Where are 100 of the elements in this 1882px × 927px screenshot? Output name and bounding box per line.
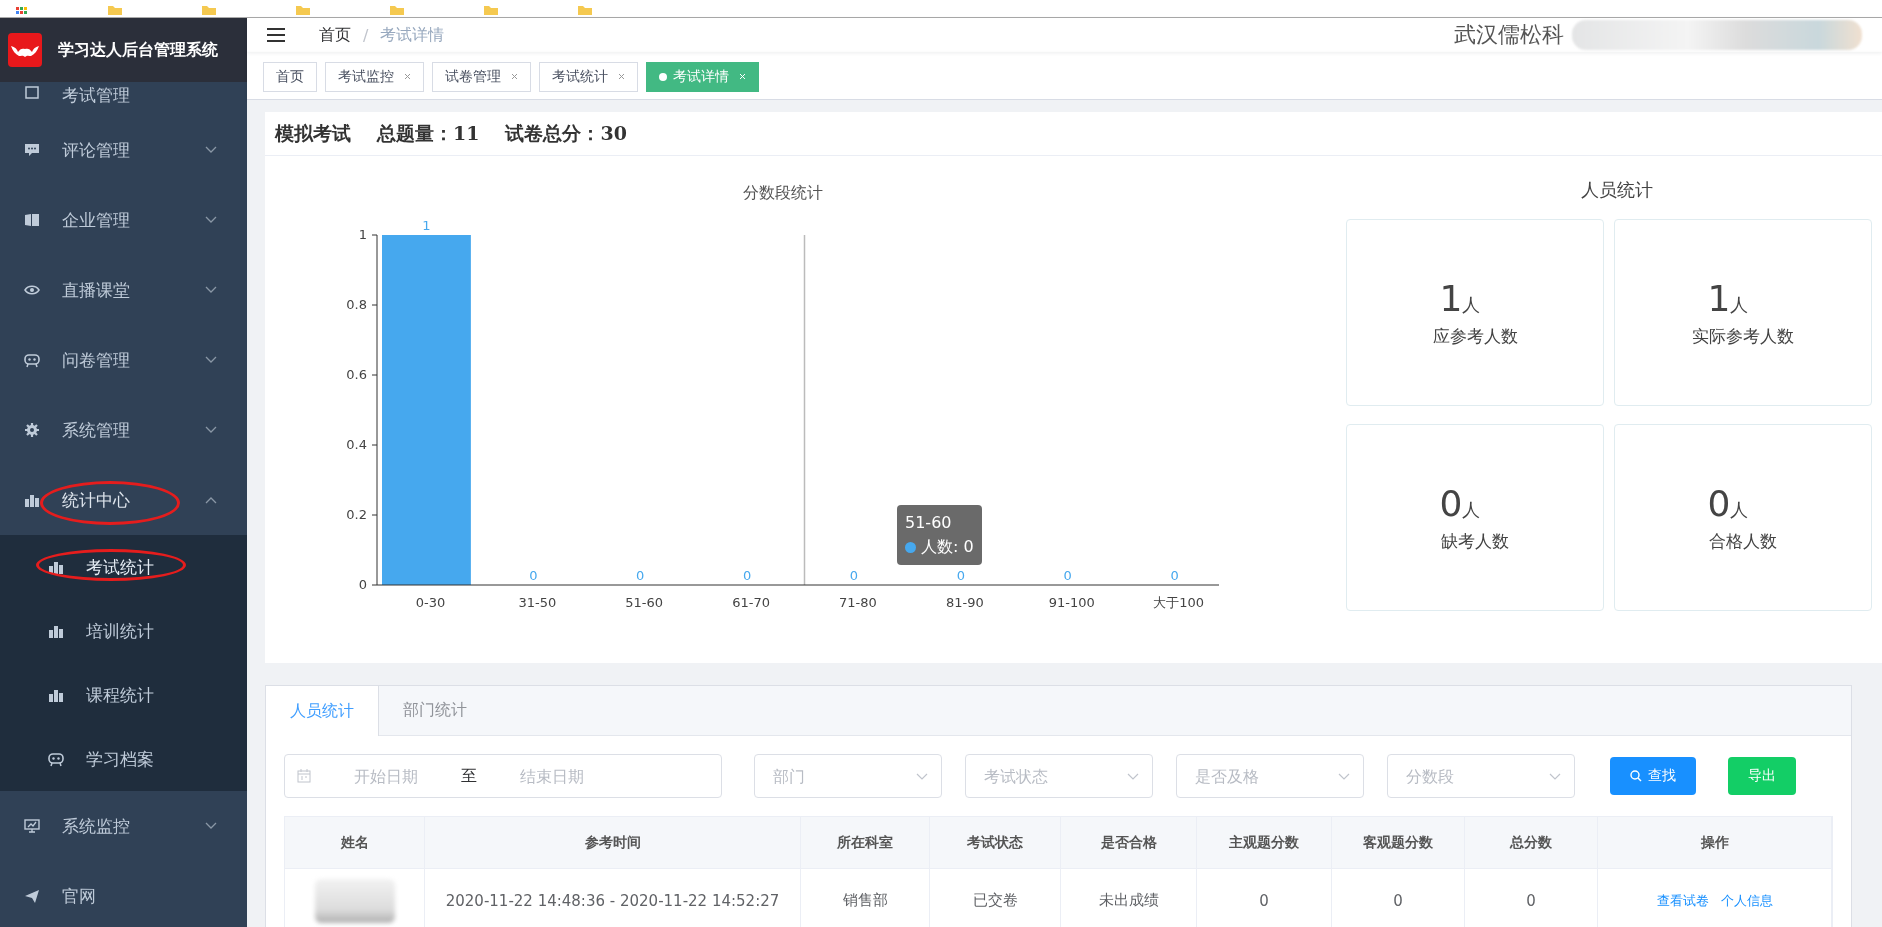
stat-value: 0 (1439, 482, 1463, 524)
chart-title: 分数段统计 (742, 183, 824, 204)
stat-unit: 人 (1730, 293, 1749, 317)
page-tab[interactable]: 试卷管理 (432, 61, 531, 92)
menu-item[interactable]: 企业管理 (0, 185, 247, 255)
axis-tick-label: 81-90 (945, 595, 984, 610)
select-field[interactable]: 是否及格 (1176, 754, 1364, 798)
data-label: 0 (742, 568, 752, 583)
axis-tick-label: 大于100 (1153, 595, 1204, 610)
column-header: 操作 (1598, 817, 1832, 868)
breadcrumb-item: 考试详情 (380, 24, 445, 46)
submenu-item[interactable]: 课程统计 (0, 663, 247, 727)
column-header: 参考时间 (425, 817, 801, 868)
start-date-input[interactable]: 开始日期 (311, 765, 461, 787)
stat-unit: 人 (1730, 498, 1749, 522)
select-field[interactable]: 分数段 (1387, 754, 1575, 798)
page-tab[interactable]: 首页 (263, 61, 317, 92)
select-field[interactable]: 考试状态 (965, 754, 1153, 798)
menu-item[interactable]: 统计中心 (0, 465, 247, 535)
submenu-item[interactable]: 培训统计 (0, 599, 247, 663)
table-cell: 未出成绩 (1061, 869, 1197, 927)
bar-chart-icon (48, 623, 64, 639)
active-dot-icon (659, 72, 667, 81)
end-date-input[interactable]: 结束日期 (477, 765, 627, 787)
submenu-item[interactable]: 考试统计 (0, 535, 247, 599)
folder-icon (202, 6, 216, 15)
data-label: 0 (529, 568, 538, 583)
chat-icon (24, 142, 40, 158)
column-header: 考试状态 (930, 817, 1061, 868)
axis-tick-label: 1 (358, 227, 367, 242)
axis-tick-label: 91-100 (1048, 595, 1095, 610)
column-header: 是否合格 (1061, 817, 1197, 868)
stat-unit: 人 (1462, 293, 1481, 317)
gear-icon (24, 422, 40, 438)
page-tab[interactable]: 考试监控 (325, 61, 424, 92)
stat-label: 实际参考人数 (1692, 324, 1794, 348)
folder-icon (296, 6, 310, 15)
column-header: 姓名 (285, 817, 425, 868)
select-field[interactable]: 部门 (754, 754, 942, 798)
bar[interactable] (382, 235, 471, 585)
page-tab[interactable]: 考试统计 (539, 61, 638, 92)
series-dot-icon (905, 541, 916, 553)
app-title: 学习达人后台管理系统 (58, 39, 218, 61)
apps-icon (16, 7, 28, 15)
search-icon (1630, 770, 1642, 782)
menu-item[interactable]: 系统管理 (0, 395, 247, 465)
stat-value: 1 (1439, 277, 1463, 319)
column-header: 总分数 (1465, 817, 1598, 868)
axis-tick-label: 0.4 (346, 437, 367, 452)
bar-chart-icon (48, 687, 64, 703)
stat-value: 0 (1707, 482, 1731, 524)
total-score: 试卷总分：30 (505, 120, 627, 146)
data-label: 1 (422, 218, 431, 233)
stat-label: 缺考人数 (1441, 529, 1509, 553)
folder-icon (484, 6, 498, 15)
tooltip-title: 51-60 (905, 512, 953, 534)
chevron-down-icon (1338, 773, 1350, 780)
action-link[interactable]: 个人信息 (1720, 891, 1773, 910)
stat-label: 合格人数 (1709, 529, 1777, 553)
menu-item[interactable]: 评论管理 (0, 115, 247, 185)
axis-tick-label: 71-80 (839, 595, 877, 610)
folder-icon (108, 6, 122, 15)
axis-tick-label: 31-50 (518, 595, 557, 610)
table-cell: 销售部 (801, 869, 930, 927)
axis-tick-label: 61-70 (732, 595, 770, 610)
tooltip-value: 人数: 0 (921, 536, 974, 558)
action-link[interactable]: 查看试卷 (1656, 891, 1709, 910)
folder-icon (390, 6, 404, 15)
section-title: 人员统计 (1579, 178, 1654, 202)
axis-tick-label: 0 (358, 577, 367, 592)
table-cell: 0 (1332, 869, 1465, 927)
menu-item[interactable]: 考试管理 (0, 82, 247, 115)
breadcrumb-item[interactable]: 首页 (319, 24, 351, 46)
menu-item[interactable]: 问卷管理 (0, 325, 247, 395)
chevron-down-icon (916, 773, 928, 780)
submenu-item[interactable]: 学习档案 (0, 727, 247, 791)
bar-chart-icon (24, 492, 40, 508)
user-name[interactable]: 武汉儒松科 (1454, 20, 1564, 50)
paper-plane-icon (24, 888, 40, 904)
menu-item[interactable]: 系统监控 (0, 791, 247, 861)
axis-tick-label: 0.2 (346, 507, 367, 522)
question-count: 总题量：11 (377, 120, 480, 146)
data-label: 0 (1063, 568, 1072, 583)
data-label: 0 (956, 568, 965, 583)
stat-value: 1 (1707, 277, 1731, 319)
menu-item[interactable]: 官网 (0, 861, 247, 927)
chevron-down-icon (1549, 773, 1561, 780)
menu-item[interactable]: 直播课堂 (0, 255, 247, 325)
axis-tick-label: 0.8 (346, 297, 367, 312)
menu-icon (267, 28, 285, 42)
bar-chart-icon (48, 559, 64, 575)
table-cell: 0 (1465, 869, 1598, 927)
breadcrumb-separator: / (363, 25, 369, 45)
table-cell: 已交卷 (930, 869, 1061, 927)
axis-tick-label: 51-60 (625, 595, 664, 610)
data-label: 0 (636, 568, 645, 583)
date-range-field[interactable]: 开始日期 至 结束日期 (284, 754, 722, 798)
folder-icon (578, 6, 592, 15)
stat-label: 应参考人数 (1432, 324, 1518, 348)
column-header: 所在科室 (801, 817, 930, 868)
